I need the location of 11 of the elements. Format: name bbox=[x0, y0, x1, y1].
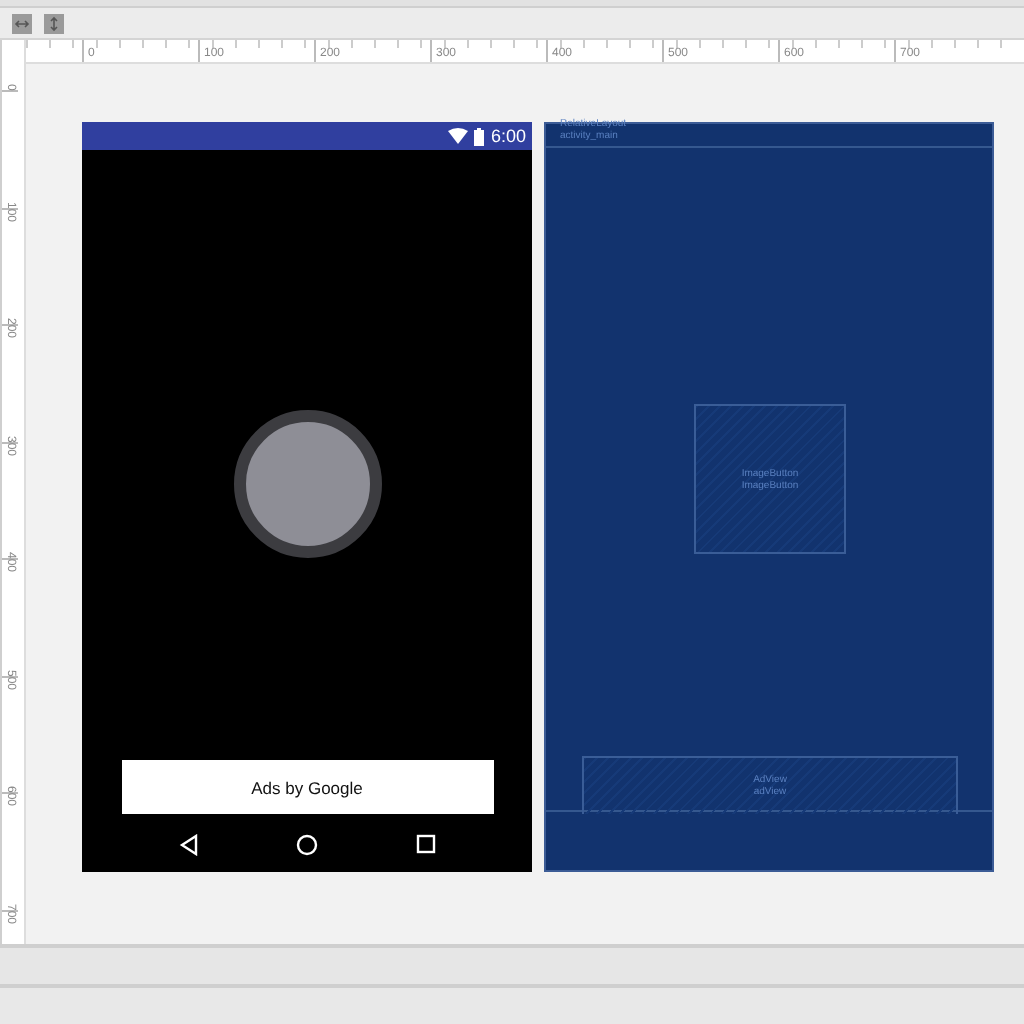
fit-width-button[interactable] bbox=[12, 13, 32, 33]
recents-icon[interactable] bbox=[415, 834, 436, 854]
home-icon[interactable] bbox=[296, 833, 319, 855]
fit-height-button[interactable] bbox=[44, 13, 64, 33]
wifi-icon bbox=[448, 128, 469, 144]
fit-height-icon bbox=[46, 15, 62, 31]
battery-icon bbox=[474, 127, 485, 145]
fit-width-icon bbox=[14, 15, 30, 31]
back-icon[interactable] bbox=[178, 833, 201, 855]
status-time: 6:00 bbox=[490, 126, 526, 146]
ad-banner[interactable]: Ads by Google bbox=[121, 760, 493, 814]
